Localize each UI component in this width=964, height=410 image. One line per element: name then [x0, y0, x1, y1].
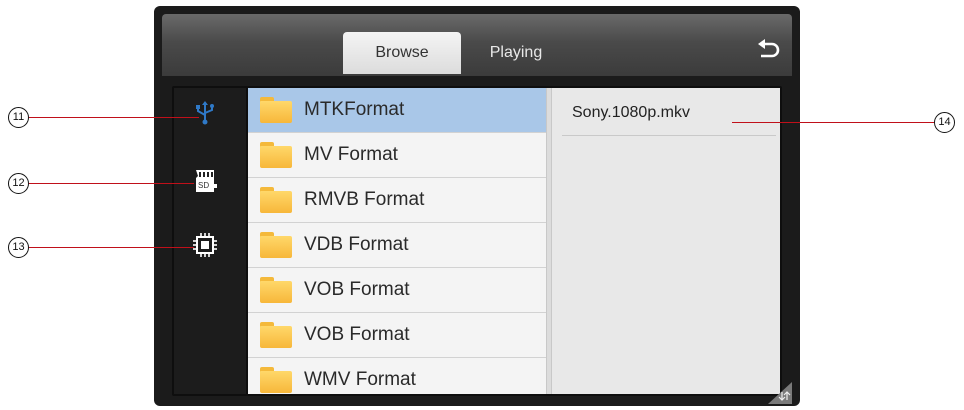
folder-icon: [260, 232, 292, 258]
chip-icon[interactable]: [192, 232, 218, 258]
callout-line-13: [29, 247, 194, 248]
sd-label: SD: [198, 181, 210, 190]
folder-row-rmvb[interactable]: RMVB Format: [248, 178, 546, 223]
folder-row-vdb[interactable]: VDB Format: [248, 223, 546, 268]
folder-row-vob-2[interactable]: VOB Format: [248, 313, 546, 358]
folder-row-mv[interactable]: MV Format: [248, 133, 546, 178]
tab-browse[interactable]: Browse: [343, 32, 461, 74]
folder-row-vob[interactable]: VOB Format: [248, 268, 546, 313]
folder-label: VOB Format: [304, 279, 410, 300]
sd-card-icon[interactable]: SD: [192, 168, 218, 194]
callout-14: 14: [934, 112, 955, 133]
folder-icon: [260, 142, 292, 168]
tab-playing[interactable]: Playing: [476, 32, 556, 74]
callout-13: 13: [8, 237, 29, 258]
folder-label: WMV Format: [304, 369, 416, 390]
usb-icon[interactable]: [192, 100, 218, 126]
folder-row-wmv[interactable]: WMV Format: [248, 358, 546, 394]
folder-row-mtk[interactable]: MTKFormat: [248, 88, 546, 133]
folder-icon: [260, 277, 292, 303]
folder-icon: [260, 322, 292, 348]
folder-label: VOB Format: [304, 324, 410, 345]
folder-label: MV Format: [304, 144, 398, 165]
folder-list: MTKFormat MV Format RMVB Format VDB Form…: [248, 88, 546, 394]
callout-line-11: [29, 117, 199, 118]
callout-line-14: [732, 122, 934, 123]
resize-corner-icon[interactable]: [762, 382, 792, 404]
callout-12: 12: [8, 173, 29, 194]
folder-label: MTKFormat: [304, 99, 405, 120]
folder-label: VDB Format: [304, 234, 409, 255]
callout-line-12: [29, 183, 194, 184]
file-name: Sony.1080p.mkv: [572, 104, 690, 121]
callout-11: 11: [8, 107, 29, 128]
folder-label: RMVB Format: [304, 189, 425, 210]
folder-icon: [260, 367, 292, 393]
back-arrow-icon[interactable]: [754, 36, 782, 64]
folder-icon: [260, 187, 292, 213]
folder-icon: [260, 97, 292, 123]
